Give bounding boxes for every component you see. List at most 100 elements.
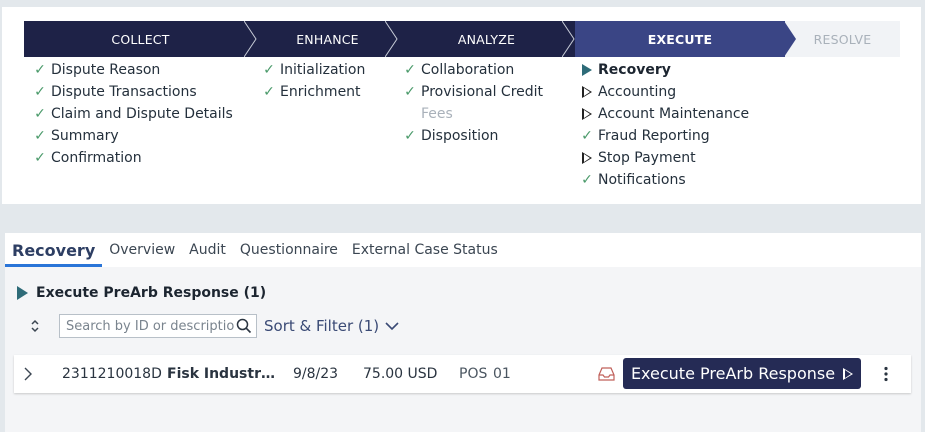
step-item[interactable]: ✓ Notifications [578,169,749,191]
step-item[interactable]: ✓ Confirmation [31,147,233,169]
chevron-separator-icon [244,21,257,57]
step-label: Collaboration [421,62,515,78]
search-input[interactable] [64,317,236,335]
stage-enhance-label: ENHANCE [296,31,359,47]
tab-recovery[interactable]: Recovery [5,233,103,267]
expand-triangle-icon[interactable] [17,286,28,300]
work-panel: Recovery Overview Audit Questionnaire Ex… [5,233,921,432]
step-label: Dispute Transactions [51,84,197,100]
check-icon: ✓ [263,62,275,78]
step-item[interactable]: ✓ Collaboration [401,59,543,81]
play-outline-icon [578,152,596,164]
step-label: Initialization [280,62,366,78]
row-merchant: Fisk Industr… [167,366,275,382]
chevron-down-icon [385,321,399,330]
step-label: Account Maintenance [598,106,750,122]
execute-prearb-label: Execute PreArb Response [630,364,836,383]
check-icon: ✓ [34,106,46,122]
row-id: 2311210018D [62,366,162,382]
sort-filter-button[interactable]: Sort & Filter (1) [264,317,399,335]
step-label: Disposition [421,128,499,144]
more-options-icon[interactable] [883,366,889,382]
step-item[interactable]: ✓ Dispute Reason [31,59,233,81]
search-icon[interactable] [236,318,252,334]
stage-execute-label: EXECUTE [647,31,713,47]
step-item[interactable]: ✓ Provisional Credit [401,81,543,103]
stage-resolve-label: RESOLVE [813,31,872,47]
play-outline-icon [843,367,854,380]
step-item[interactable]: Stop Payment [578,147,749,169]
chevron-separator-icon [385,21,398,57]
tab-overview[interactable]: Overview [102,233,182,267]
analyze-steps: ✓ Collaboration ✓ Provisional Credit Fees … [401,59,543,147]
step-item-skipped: Fees [401,103,543,125]
check-icon: ✓ [404,84,416,100]
step-item-current[interactable]: Recovery [578,59,749,81]
step-label: Recovery [598,62,671,78]
stage-execute[interactable]: EXECUTE [575,21,796,57]
stage-collect-label: COLLECT [111,31,170,47]
collect-steps: ✓ Dispute Reason ✓ Dispute Transactions ✓ C… [31,59,233,169]
tab-questionnaire[interactable]: Questionnaire [233,233,345,267]
sort-icon[interactable] [29,317,41,335]
step-label: Summary [51,128,119,144]
inbox-icon[interactable] [598,367,615,381]
row-code: 01 [493,366,511,382]
table-row[interactable]: 2311210018D Fisk Industr… 9/8/23 75.00 U… [14,355,911,393]
check-icon: ✓ [34,150,46,166]
step-label: Provisional Credit [421,84,544,100]
step-label: Dispute Reason [51,62,161,78]
tab-external-case-status[interactable]: External Case Status [345,233,505,267]
play-outline-icon [578,108,596,120]
row-date: 9/8/23 [293,366,339,382]
step-item[interactable]: ✓ Dispute Transactions [31,81,233,103]
step-label: Accounting [598,84,677,100]
stage-bar: COLLECT ENHANCE ANALYZE EXECUTE RESOLVE [24,21,900,57]
step-item[interactable]: ✓ Initialization [260,59,365,81]
step-item[interactable]: ✓ Enrichment [260,81,365,103]
case-stage-panel: COLLECT ENHANCE ANALYZE EXECUTE RESOLVE … [2,7,921,204]
play-filled-icon [578,64,596,76]
step-label: Enrichment [280,84,361,100]
step-item[interactable]: Accounting [578,81,749,103]
check-icon: ✓ [404,62,416,78]
tab-audit[interactable]: Audit [182,233,233,267]
check-icon: ✓ [581,128,593,144]
stage-collect[interactable]: COLLECT [24,21,257,57]
step-item[interactable]: ✓ Fraud Reporting [578,125,749,147]
tab-bar: Recovery Overview Audit Questionnaire Ex… [5,233,921,267]
step-label: Notifications [598,172,686,188]
check-icon: ✓ [34,62,46,78]
list-toolbar: Sort & Filter (1) [29,314,399,338]
section-title: Execute PreArb Response (1) [36,285,267,301]
step-item[interactable]: Account Maintenance [578,103,749,125]
stage-analyze-label: ANALYZE [457,31,516,47]
check-icon: ✓ [263,84,275,100]
search-field [59,314,257,338]
step-label: Fraud Reporting [598,128,710,144]
row-type: POS [459,366,488,382]
step-item[interactable]: ✓ Summary [31,125,233,147]
check-icon: ✓ [404,128,416,144]
play-outline-icon [578,86,596,98]
section-header[interactable]: Execute PreArb Response (1) [17,285,266,301]
check-icon: ✓ [581,172,593,188]
sort-filter-label: Sort & Filter (1) [264,317,380,335]
step-item[interactable]: ✓ Disposition [401,125,543,147]
check-icon: ✓ [34,128,46,144]
row-amount: 75.00 USD [363,366,438,382]
check-icon: ✓ [34,84,46,100]
step-item[interactable]: ✓ Claim and Dispute Details [31,103,233,125]
execute-prearb-button[interactable]: Execute PreArb Response [623,358,861,389]
stage-enhance[interactable]: ENHANCE [257,21,398,57]
stage-analyze[interactable]: ANALYZE [398,21,575,57]
chevron-separator-icon [562,21,575,57]
chevron-right-icon[interactable] [24,367,32,381]
step-label: Fees [421,106,453,122]
step-label: Claim and Dispute Details [51,106,233,122]
stage-resolve[interactable]: RESOLVE [785,21,900,57]
enhance-steps: ✓ Initialization ✓ Enrichment [260,59,365,103]
step-label: Confirmation [51,150,142,166]
chevron-arrow-icon [784,21,796,57]
step-label: Stop Payment [598,150,696,166]
